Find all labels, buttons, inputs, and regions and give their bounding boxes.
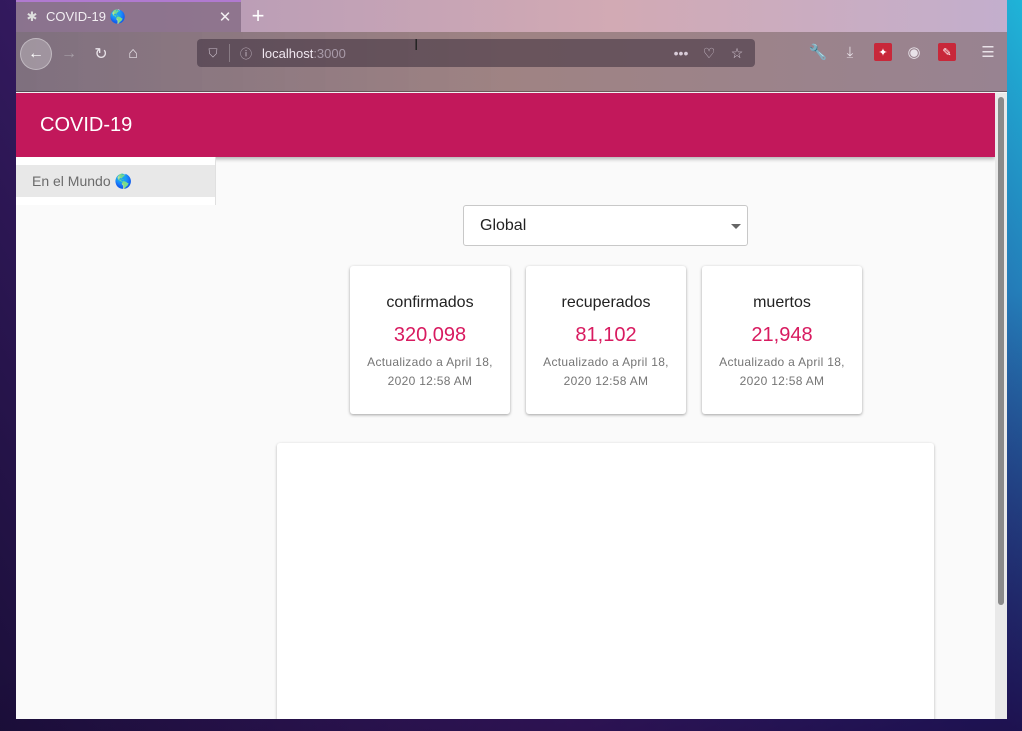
- pocket-icon[interactable]: ♡: [699, 43, 719, 63]
- stat-label: muertos: [753, 294, 811, 311]
- stat-card-deaths: muertos 21,948 Actualizado a April 18, 2…: [702, 266, 862, 414]
- back-button[interactable]: ←: [20, 38, 52, 70]
- sidebar: En el Mundo 🌎: [16, 157, 216, 205]
- sidebar-item-label: En el Mundo 🌎: [32, 172, 132, 189]
- extension-icon[interactable]: ✦: [874, 43, 892, 61]
- text-cursor-icon: I: [414, 36, 419, 54]
- url-host: localhost: [262, 45, 314, 61]
- web-page: COVID-19 En el Mundo 🌎 Global confirmado…: [16, 93, 995, 719]
- forward-button[interactable]: →: [53, 38, 85, 70]
- url-separator: [229, 44, 230, 62]
- url-port: :3000: [313, 45, 346, 61]
- stat-updated: Actualizado a April 18, 2020 12:58 AM: [367, 355, 493, 388]
- app-bar: COVID-19: [16, 93, 995, 157]
- stat-value: 21,948: [751, 324, 813, 346]
- home-button[interactable]: ⌂: [117, 38, 149, 70]
- devtools-extension-icon[interactable]: ✎: [938, 43, 956, 61]
- reload-button[interactable]: ↻: [85, 38, 117, 70]
- more-actions-icon[interactable]: •••: [671, 43, 691, 63]
- stat-updated: Actualizado a April 18, 2020 12:58 AM: [719, 355, 845, 388]
- gear-favicon-icon: ✱: [26, 9, 38, 24]
- sidebar-item-world[interactable]: En el Mundo 🌎: [16, 165, 215, 197]
- stat-value: 81,102: [575, 324, 637, 346]
- new-tab-button[interactable]: +: [246, 3, 270, 28]
- stat-label: confirmados: [386, 294, 474, 311]
- region-select-value: Global: [480, 216, 527, 234]
- download-icon[interactable]: ⤓: [838, 40, 862, 64]
- tab-title: COVID-19 🌎: [46, 9, 126, 24]
- hamburger-menu-icon[interactable]: ☰: [976, 40, 1000, 64]
- scrollbar-thumb[interactable]: [998, 97, 1004, 605]
- browser-window: ✱ COVID-19 🌎 ✕ + ← → ↻ ⌂ ⛉ ⓘ localhost :…: [16, 0, 1007, 719]
- browser-tab[interactable]: ✱ COVID-19 🌎 ✕: [16, 0, 241, 32]
- wrench-icon[interactable]: 🔧: [806, 40, 830, 64]
- stat-card-recovered: recuperados 81,102 Actualizado a April 1…: [526, 266, 686, 414]
- stat-updated: Actualizado a April 18, 2020 12:58 AM: [543, 355, 669, 388]
- shield-icon[interactable]: ⛉: [205, 45, 221, 61]
- navigation-bar: ← → ↻ ⌂ ⛉ ⓘ localhost :3000 ••• ♡ ☆ 🔧 ⤓ …: [16, 32, 1007, 92]
- region-select[interactable]: Global: [463, 205, 748, 246]
- app-title: COVID-19: [40, 113, 133, 136]
- stat-card-confirmed: confirmados 320,098 Actualizado a April …: [350, 266, 510, 414]
- bookmark-star-icon[interactable]: ☆: [727, 43, 747, 63]
- stat-value: 320,098: [393, 324, 467, 346]
- tab-strip: ✱ COVID-19 🌎 ✕ +: [16, 0, 1007, 32]
- stat-label: recuperados: [561, 294, 651, 311]
- chart-panel: [277, 443, 934, 719]
- chevron-down-icon: [731, 224, 741, 229]
- info-icon[interactable]: ⓘ: [238, 45, 254, 61]
- url-bar[interactable]: ⛉ ⓘ localhost :3000 ••• ♡ ☆: [197, 39, 755, 67]
- page-scrollbar[interactable]: [995, 93, 1007, 719]
- close-tab-icon[interactable]: ✕: [217, 9, 233, 26]
- account-icon[interactable]: ◉: [902, 40, 926, 64]
